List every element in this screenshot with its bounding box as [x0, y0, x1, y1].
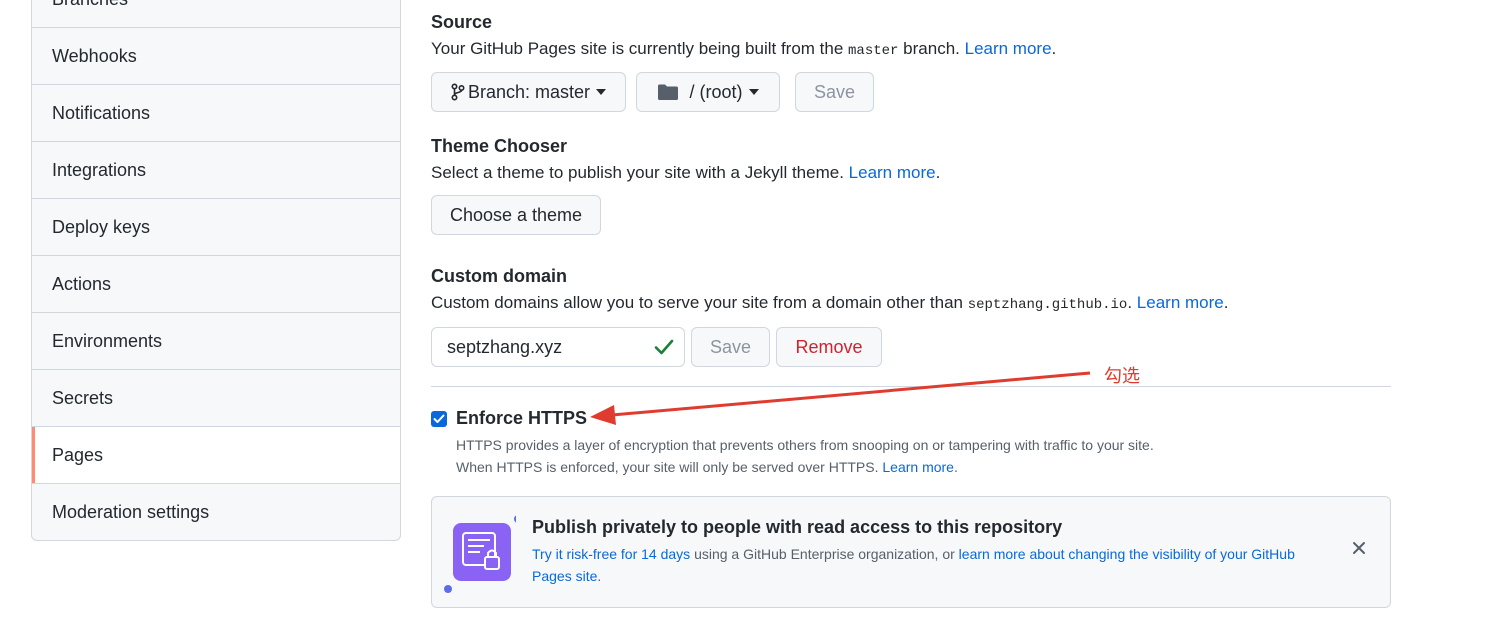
private-pages-icon: [444, 515, 522, 595]
annotation-label: 勾选: [1104, 366, 1140, 386]
upsell-period: .: [597, 568, 602, 584]
upsell-middle-text: using a GitHub Enterprise organization, …: [690, 546, 959, 562]
upsell-title: Publish privately to people with read ac…: [532, 517, 1063, 537]
upsell-banner: Publish privately to people with read ac…: [431, 496, 1391, 608]
trial-link[interactable]: Try it risk-free for 14 days: [532, 546, 690, 562]
upsell-description: Try it risk-free for 14 days using a Git…: [532, 543, 1322, 587]
close-icon[interactable]: [1352, 541, 1366, 560]
